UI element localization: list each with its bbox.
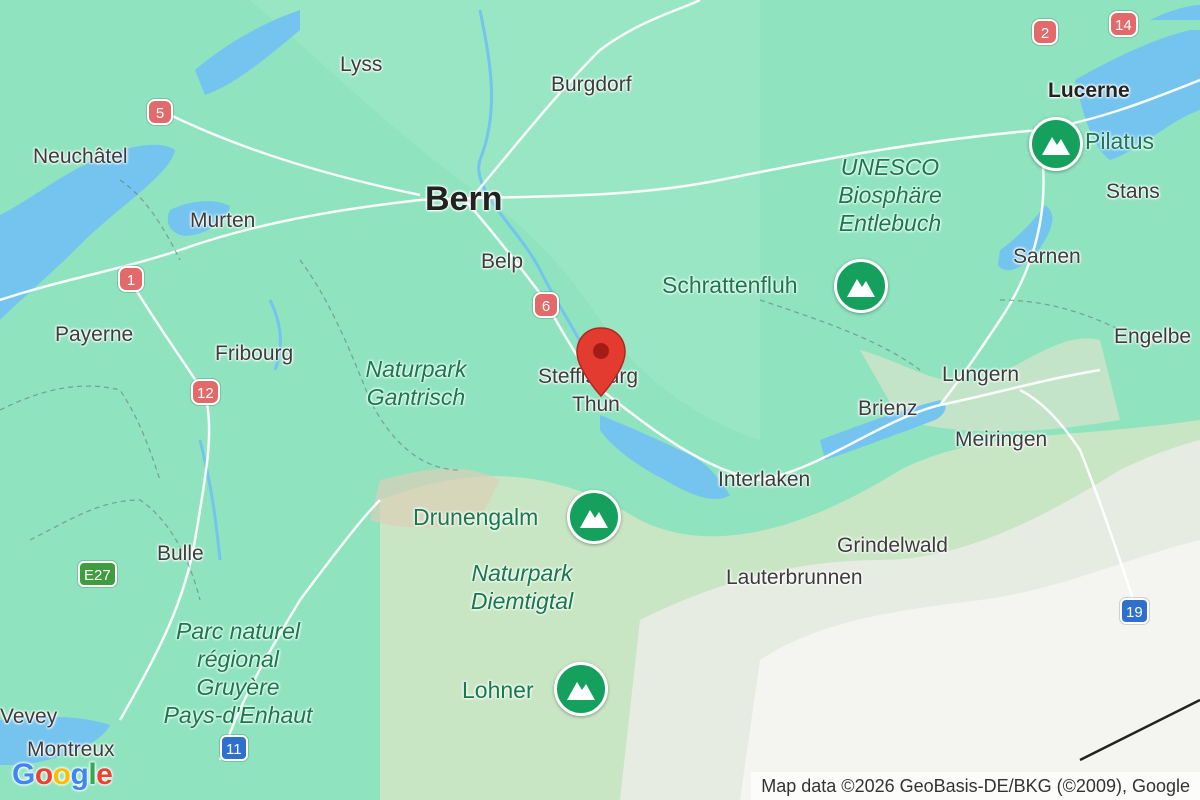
road-shield-5: 5 — [147, 99, 173, 125]
park-label-parc-naturel-gruyere[interactable]: Parc naturel régional Gruyère Pays-d'Enh… — [140, 617, 336, 729]
city-label-neuchatel[interactable]: Neuchâtel — [33, 145, 128, 169]
city-label-burgdorf[interactable]: Burgdorf — [551, 73, 632, 97]
peak-label-schrattenfluh[interactable]: Schrattenfluh — [662, 272, 798, 299]
road-shield-e27: E27 — [78, 561, 117, 587]
park-label-naturpark-diemtigtal[interactable]: Naturpark Diemtigtal — [452, 559, 592, 615]
city-label-sarnen[interactable]: Sarnen — [1013, 245, 1081, 269]
city-label-stans[interactable]: Stans — [1106, 180, 1160, 204]
mountain-icon — [580, 510, 608, 528]
google-logo: Google — [12, 758, 113, 791]
mountain-icon — [847, 279, 875, 297]
park-label-naturpark-gantrisch[interactable]: Naturpark Gantrisch — [346, 355, 486, 411]
location-marker-icon[interactable] — [574, 326, 628, 400]
map-attribution: Map data ©2026 GeoBasis-DE/BKG (©2009), … — [751, 772, 1200, 800]
road-shield-1: 1 — [118, 266, 144, 292]
road-shield-12: 12 — [191, 379, 220, 405]
city-label-lungern[interactable]: Lungern — [942, 363, 1019, 387]
city-label-meiringen[interactable]: Meiringen — [955, 428, 1047, 452]
city-label-interlaken[interactable]: Interlaken — [718, 468, 810, 492]
city-label-grindelwald[interactable]: Grindelwald — [837, 534, 948, 558]
peak-label-lohner[interactable]: Lohner — [462, 677, 534, 704]
city-label-engelberg[interactable]: Engelbe — [1114, 325, 1191, 349]
city-label-fribourg[interactable]: Fribourg — [215, 342, 293, 366]
mountain-icon — [1042, 137, 1070, 155]
peak-label-drunengalm[interactable]: Drunengalm — [413, 504, 538, 531]
city-label-bern[interactable]: Bern — [425, 180, 502, 219]
mountain-icon — [567, 682, 595, 700]
city-label-vevey[interactable]: Vevey — [0, 705, 57, 729]
mountain-pin-drunengalm[interactable] — [567, 490, 621, 544]
road-shield-19: 19 — [1120, 598, 1149, 624]
mountain-pin-lohner[interactable] — [554, 662, 608, 716]
mountain-pin-schrattenfluh[interactable] — [834, 259, 888, 313]
city-label-lucerne[interactable]: Lucerne — [1048, 79, 1130, 103]
road-shield-6: 6 — [533, 292, 559, 318]
mountain-pin-pilatus[interactable] — [1029, 117, 1083, 171]
map-canvas[interactable]: Lyss Burgdorf Lucerne Neuchâtel Bern Mur… — [0, 0, 1200, 800]
city-label-bulle[interactable]: Bulle — [157, 542, 204, 566]
road-shield-2: 2 — [1032, 19, 1058, 45]
city-label-payerne[interactable]: Payerne — [55, 323, 133, 347]
city-label-brienz[interactable]: Brienz — [858, 397, 918, 421]
road-shield-11: 11 — [220, 735, 248, 761]
road-shield-14: 14 — [1109, 11, 1138, 37]
city-label-belp[interactable]: Belp — [481, 250, 523, 274]
city-label-lauterbrunnen[interactable]: Lauterbrunnen — [726, 566, 863, 590]
city-label-lyss[interactable]: Lyss — [340, 53, 382, 77]
park-label-unesco-biosphere-entlebuch[interactable]: UNESCO Biosphäre Entlebuch — [822, 153, 958, 237]
peak-label-pilatus[interactable]: Pilatus — [1085, 128, 1154, 155]
city-label-murten[interactable]: Murten — [190, 209, 255, 233]
